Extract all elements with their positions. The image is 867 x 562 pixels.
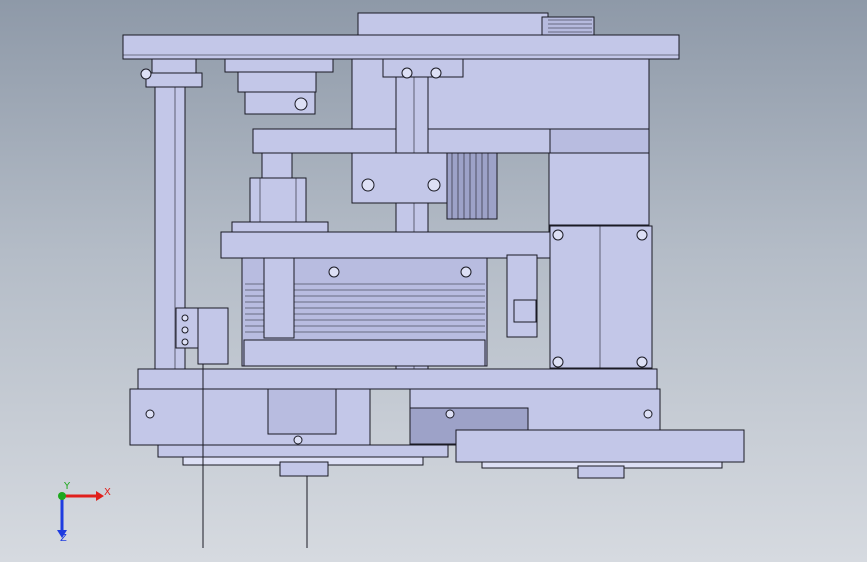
y-axis-label: Y (64, 481, 71, 492)
gearbox-screw-icon (361, 178, 375, 192)
coupling-housing (224, 58, 334, 73)
bottom-hub-right (577, 465, 625, 479)
gearbox-block (351, 152, 448, 204)
foot-icon-2 (293, 435, 303, 445)
servo-screw-icon-2 (460, 266, 472, 278)
foot-icon (145, 409, 155, 419)
left-column-collar (145, 72, 203, 88)
coupling-upper (237, 71, 317, 93)
middle-plate[interactable] (220, 231, 552, 259)
y-axis-dot-icon (58, 492, 66, 500)
top-motor-housing[interactable] (357, 12, 549, 36)
coordinate-triad-icon: X Y Z (40, 478, 111, 552)
z-axis-label: Z (60, 533, 67, 544)
bracket-arm (197, 307, 229, 365)
x-axis-head-icon (96, 491, 104, 501)
shaft-bearing (249, 177, 307, 223)
cable-connector (506, 254, 538, 338)
coupling-screw-icon (294, 97, 308, 111)
bracket-hole-icon (181, 314, 189, 322)
cable-connector-plug (513, 299, 537, 323)
right-clamp-screw-icon-2 (430, 67, 442, 79)
stepper-motor[interactable] (549, 225, 653, 369)
right-column-clamp (382, 58, 464, 78)
top-plate[interactable] (122, 34, 680, 60)
base-plate[interactable] (137, 368, 658, 390)
left-clamp-screw-icon (140, 68, 152, 80)
stepper-screw-icon (552, 229, 564, 241)
base-block-center (267, 388, 337, 435)
servo-screw-icon (328, 266, 340, 278)
gearbox-screw-icon-2 (427, 178, 441, 192)
stepper-screw-icon-2 (636, 229, 648, 241)
turntable-right[interactable] (455, 429, 745, 463)
foot-icon-4 (643, 409, 653, 419)
cad-viewport[interactable]: X Y Z (0, 0, 867, 562)
triad-arrows (57, 491, 104, 538)
middle-plate-tab (231, 221, 329, 233)
motor-body[interactable] (548, 152, 650, 226)
servo-shaft (263, 257, 295, 339)
servo-bottom-band (243, 339, 486, 367)
right-clamp-screw-icon (401, 67, 413, 79)
foot-icon-3 (445, 409, 455, 419)
bracket-hole-icon-2 (181, 326, 189, 334)
heat-sink (446, 152, 498, 220)
turntable-left[interactable] (157, 444, 449, 458)
shaft-upper (261, 152, 293, 179)
stepper-screw-icon-4 (636, 356, 648, 368)
bracket-hole-icon-3 (181, 338, 189, 346)
x-axis-label: X (104, 487, 111, 498)
assembly-model[interactable] (0, 0, 867, 562)
bottom-hub-left (279, 461, 329, 477)
stepper-screw-icon-3 (552, 356, 564, 368)
